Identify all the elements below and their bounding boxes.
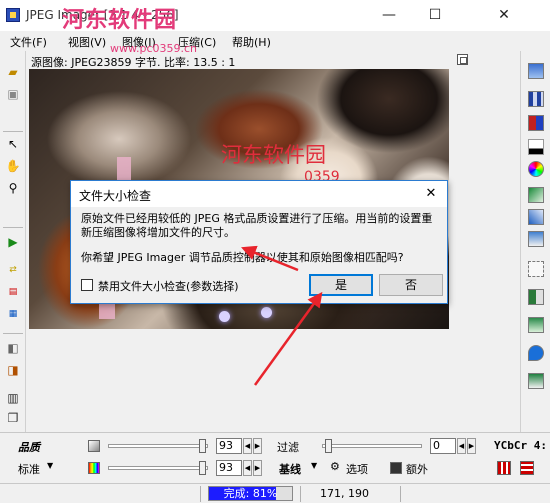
save-icon[interactable]: ▣ bbox=[4, 85, 22, 103]
baseline-dropdown-arrow-icon[interactable]: ▼ bbox=[311, 461, 317, 470]
image-watermark: 河东软件园 bbox=[221, 143, 326, 167]
copy-icon[interactable]: ❐ bbox=[4, 409, 22, 427]
maximize-button[interactable]: ☐ bbox=[412, 0, 458, 30]
filter-slider[interactable] bbox=[322, 439, 422, 453]
menu-help[interactable]: 帮助(H) bbox=[232, 34, 271, 50]
drop-icon[interactable] bbox=[528, 345, 544, 361]
subsampling-icon-a[interactable] bbox=[497, 461, 511, 475]
compare-icon[interactable] bbox=[528, 115, 544, 131]
histogram-icon[interactable] bbox=[528, 139, 544, 155]
chroma-spin-right[interactable]: ▶ bbox=[253, 460, 262, 476]
pointer-icon[interactable]: ↖ bbox=[4, 135, 22, 153]
hand-icon[interactable]: ✋ bbox=[4, 157, 22, 175]
filter-value-input[interactable]: 0 bbox=[430, 438, 456, 454]
toolbar-separator bbox=[3, 227, 23, 228]
window-icon[interactable] bbox=[528, 63, 544, 79]
extra-icon[interactable] bbox=[390, 462, 402, 474]
image-scrollbar[interactable] bbox=[449, 69, 467, 329]
preset-dropdown-arrow-icon[interactable]: ▼ bbox=[47, 461, 53, 470]
dialog-close-button[interactable]: ✕ bbox=[421, 184, 441, 204]
status-divider bbox=[400, 486, 401, 502]
jpeg-icon[interactable]: ▤ bbox=[4, 283, 22, 301]
left-toolbar: ▰ ▣ ↖ ✋ ⚲ ▶ ⇄ ▤ ▦ ◧ ◨ ▥ ❐ bbox=[0, 51, 26, 432]
back-icon[interactable]: ◧ bbox=[4, 339, 22, 357]
crop-icon[interactable] bbox=[528, 231, 544, 247]
flip-icon[interactable] bbox=[528, 209, 544, 225]
menu-file[interactable]: 文件(F) bbox=[10, 34, 47, 50]
gif-icon[interactable]: ▦ bbox=[4, 305, 22, 323]
watermark-logo: 河东软件园 bbox=[62, 7, 178, 33]
layer-icon[interactable] bbox=[528, 317, 544, 333]
cursor-coordinates: 171, 190 bbox=[320, 487, 369, 500]
forward-icon[interactable]: ◨ bbox=[4, 361, 22, 379]
color-wheel-icon[interactable] bbox=[528, 161, 544, 177]
right-toolbar bbox=[520, 51, 550, 432]
menu-bar: 文件(F) 视图(V) 图像(I) 压缩(C) 帮助(H) bbox=[0, 31, 550, 51]
toolbar-separator bbox=[3, 333, 23, 334]
filter-spin-left[interactable]: ◀ bbox=[457, 438, 466, 454]
status-divider bbox=[300, 486, 301, 502]
grid-icon[interactable] bbox=[528, 91, 544, 107]
status-bar: 完成: 81% 171, 190 bbox=[0, 483, 550, 503]
progress-text: 完成: 81% bbox=[223, 487, 278, 500]
disable-size-check-label[interactable]: 禁用文件大小检查(参数选择) bbox=[98, 278, 239, 294]
options-button[interactable]: 选项 bbox=[346, 461, 368, 477]
export-icon[interactable] bbox=[528, 373, 544, 389]
image-header: 源图像: JPEG23859 字节. 比率: 13.5 : 1 bbox=[29, 53, 519, 69]
close-button[interactable]: ✕ bbox=[458, 0, 550, 30]
quality-value-input[interactable]: 93 bbox=[216, 438, 242, 454]
filter-slider-thumb[interactable] bbox=[325, 439, 332, 453]
convert-icon[interactable]: ⇄ bbox=[4, 261, 22, 279]
gear-icon[interactable]: ⚙ bbox=[330, 460, 340, 473]
app-icon bbox=[6, 8, 20, 22]
quality-slider[interactable] bbox=[108, 439, 208, 453]
minimize-button[interactable]: — bbox=[366, 0, 412, 30]
chroma-spin-left[interactable]: ◀ bbox=[243, 460, 252, 476]
split-icon[interactable] bbox=[528, 289, 544, 305]
dialog-question: 你希望 JPEG Imager 调节品质控制器以使其和原始图像相匹配吗? bbox=[81, 251, 404, 264]
image-bokeh bbox=[261, 307, 272, 318]
quality-label: 品质 bbox=[18, 441, 40, 454]
image-bokeh bbox=[219, 311, 230, 322]
yes-button[interactable]: 是 bbox=[309, 274, 373, 296]
disable-size-check-checkbox[interactable] bbox=[81, 279, 93, 291]
progress-bar: 完成: 81% bbox=[208, 486, 293, 501]
title-bar: JPEG Imager [2 1 4 - 256] 河东软件园 — ☐ ✕ bbox=[0, 0, 550, 33]
ycbcr-label: YCbCr 4: bbox=[494, 439, 547, 452]
quality-spin-left[interactable]: ◀ bbox=[243, 438, 252, 454]
subsampling-icon-b[interactable] bbox=[520, 461, 534, 475]
baseline-dropdown[interactable]: 基线 bbox=[279, 461, 301, 477]
dialog-title: 文件大小检查 bbox=[79, 189, 152, 203]
file-size-check-dialog: 文件大小检查 ✕ 原始文件已经用较低的 JPEG 格式品质设置进行了压缩。用当前… bbox=[70, 180, 448, 304]
source-image-info: 源图像: JPEG23859 字节. 比率: 13.5 : 1 bbox=[31, 56, 236, 69]
image-restore-icon[interactable] bbox=[457, 54, 468, 65]
play-icon[interactable]: ▶ bbox=[4, 233, 22, 251]
quality-spin-right[interactable]: ▶ bbox=[253, 438, 262, 454]
adjust-icon[interactable] bbox=[528, 261, 544, 277]
chroma-slider-thumb[interactable] bbox=[199, 461, 206, 475]
batch-icon[interactable]: ▥ bbox=[4, 389, 22, 407]
filter-spin-right[interactable]: ▶ bbox=[467, 438, 476, 454]
luma-icon bbox=[88, 440, 100, 452]
zoom-icon[interactable]: ⚲ bbox=[4, 179, 22, 197]
menu-view[interactable]: 视图(V) bbox=[68, 34, 106, 50]
status-divider bbox=[200, 486, 201, 502]
quality-slider-thumb[interactable] bbox=[199, 439, 206, 453]
chroma-icon bbox=[88, 462, 100, 474]
dialog-title-bar: 文件大小检查 ✕ bbox=[71, 181, 447, 207]
rotate-icon[interactable] bbox=[528, 187, 544, 203]
extra-button[interactable]: 额外 bbox=[406, 461, 428, 477]
dialog-message: 原始文件已经用较低的 JPEG 格式品质设置进行了压缩。用当前的设置重新压缩图像… bbox=[81, 212, 433, 239]
chroma-value-input[interactable]: 93 bbox=[216, 460, 242, 476]
chroma-quality-slider[interactable] bbox=[108, 461, 208, 475]
preset-dropdown[interactable]: 标准 bbox=[18, 461, 40, 477]
filter-label: 过滤 bbox=[277, 441, 299, 454]
toolbar-separator bbox=[3, 131, 23, 132]
open-folder-icon[interactable]: ▰ bbox=[4, 63, 22, 81]
no-button[interactable]: 否 bbox=[379, 274, 443, 296]
compression-controls: 品质 标准 ▼ 93 ◀ ▶ 93 ◀ ▶ 过滤 0 ◀ ▶ 基线 ▼ ⚙ 选项… bbox=[0, 432, 550, 482]
